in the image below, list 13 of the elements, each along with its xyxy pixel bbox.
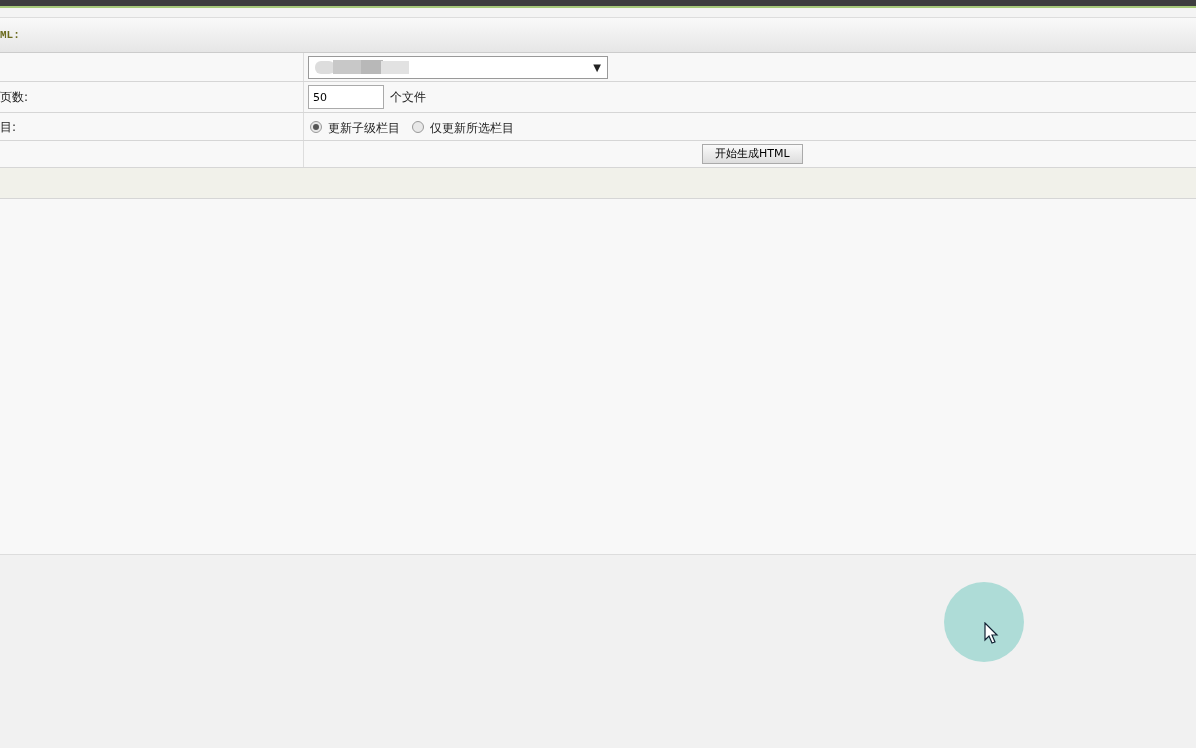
input-field[interactable]: 50	[308, 85, 384, 109]
section-title: ML:	[0, 27, 20, 43]
radio-label: 更新子级栏目	[328, 119, 400, 137]
field-label: 目:	[0, 118, 17, 136]
radio-label: 仅更新所选栏目	[430, 119, 514, 137]
generate-button[interactable]: 开始生成HTML	[702, 143, 803, 165]
radio-button[interactable]	[412, 120, 424, 133]
dropdown[interactable]: ▼	[308, 55, 608, 79]
unit-label: 个文件	[390, 89, 426, 106]
cursor-icon	[984, 622, 1000, 646]
caret-icon: ▼	[593, 59, 601, 75]
field-label: 页数:	[0, 89, 29, 106]
radio-button[interactable]	[310, 120, 322, 133]
